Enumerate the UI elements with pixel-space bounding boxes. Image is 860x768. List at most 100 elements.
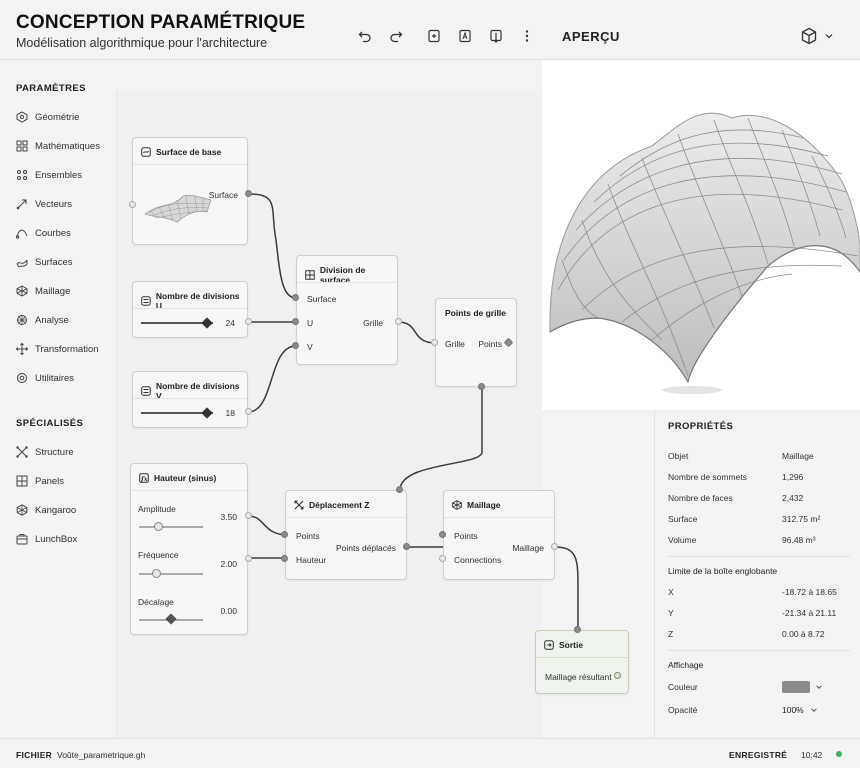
divider <box>668 556 850 557</box>
more-button[interactable] <box>517 26 537 46</box>
port-label-points-in: Points <box>296 531 320 541</box>
divider <box>668 650 850 651</box>
port-label-u: U <box>307 318 314 328</box>
frequency-slider-track[interactable] <box>139 573 203 575</box>
app-title: CONCEPTION PARAMÉTRIQUE <box>16 12 306 33</box>
sidebar-item-structure[interactable]: Structure <box>16 443 112 461</box>
number-slider-icon <box>141 386 151 396</box>
sidebar-item-utilities[interactable]: Utilitaires <box>16 369 112 387</box>
node-title: Sortie <box>544 640 583 650</box>
port-label-v: V <box>307 342 313 352</box>
node-height-sine[interactable]: fx Hauteur (sinus) Amplitude 3.50 Fréque… <box>130 463 248 635</box>
prop-value-z: 0.00 à 8.72 <box>782 629 825 639</box>
sidebar-item-label: Panels <box>35 475 65 487</box>
analysis-icon <box>17 315 27 325</box>
view-mode-dropdown[interactable] <box>800 24 844 48</box>
port-divisions-u-out[interactable] <box>245 318 252 325</box>
port-frequency-out[interactable] <box>245 555 252 562</box>
sidebar-item-analysis[interactable]: Analyse <box>16 311 112 329</box>
port-mesh-connections-in[interactable] <box>439 555 446 562</box>
mesh-icon <box>452 500 462 510</box>
sidebar-item-sets[interactable]: Ensembles <box>16 166 112 184</box>
port-output-top-in[interactable] <box>574 626 581 633</box>
node-divisions-v[interactable]: Nombre de divisions V 18 <box>132 371 248 428</box>
port-division-u-in[interactable] <box>292 318 299 325</box>
sidebar-item-vectors[interactable]: Vecteurs <box>16 195 112 213</box>
undo-button[interactable] <box>355 26 375 46</box>
sidebar-item-lunchbox[interactable]: LunchBox <box>16 530 112 548</box>
color-picker[interactable] <box>782 680 824 694</box>
wire-mesh-to-output <box>554 546 579 630</box>
sidebar-item-mesh[interactable]: Maillage <box>16 282 112 300</box>
sidebar-item-label: Mathématiques <box>35 140 100 152</box>
status-bar: FICHIER Voûte_parametrique.gh ENREGISTRÉ… <box>0 738 860 768</box>
port-displacement-out[interactable] <box>403 543 410 550</box>
node-mesh[interactable]: Maillage Points Connections Maillage <box>443 490 555 580</box>
port-base-surface-out[interactable] <box>245 190 252 197</box>
save-time: 10:42 <box>801 750 823 760</box>
prop-key-object: Objet <box>668 451 689 461</box>
curve-icon <box>16 229 28 239</box>
sidebar-item-label: Maillage <box>35 285 71 297</box>
sidebar-item-label: Analyse <box>35 314 69 326</box>
sidebar-item-curves[interactable]: Courbes <box>16 224 112 242</box>
chevron-down-icon <box>816 685 822 689</box>
frequency-label: Fréquence <box>138 550 179 560</box>
node-base-surface[interactable]: Surface de base Surface <box>132 137 248 245</box>
port-grid-points-in[interactable] <box>431 339 438 346</box>
bbox-heading: Limite de la boîte englobante <box>668 566 778 576</box>
port-division-v-in[interactable] <box>292 342 299 349</box>
frequency-slider-thumb[interactable] <box>151 569 161 578</box>
port-mesh-points-in[interactable] <box>439 531 446 538</box>
port-mesh-out[interactable] <box>551 543 558 550</box>
node-z-displacement[interactable]: Déplacement Z Points Hauteur Points dépl… <box>285 490 407 580</box>
prop-key-x: X <box>668 587 674 597</box>
port-label-grid-in: Grille <box>445 339 465 349</box>
sidebar-item-geometry[interactable]: Géométrie <box>16 108 112 126</box>
redo-button[interactable] <box>386 26 406 46</box>
port-divisions-v-out[interactable] <box>245 408 252 415</box>
port-base-surface-in[interactable] <box>129 201 136 208</box>
prop-value-volume: 96.48 m³ <box>782 535 816 545</box>
amplitude-slider-track[interactable] <box>139 526 203 528</box>
offset-value: 0.00 <box>220 606 237 616</box>
sidebar-item-surfaces[interactable]: Surfaces <box>16 253 112 271</box>
file-label: FICHIER <box>16 750 53 760</box>
node-title: Surface de base <box>141 147 221 157</box>
display-heading: Affichage <box>668 660 704 670</box>
number-slider-icon <box>141 296 151 306</box>
panels-icon <box>16 475 28 487</box>
app-subtitle: Modélisation algorithmique pour l'archit… <box>16 36 268 50</box>
offset-slider-thumb[interactable] <box>164 613 177 625</box>
port-displacement-height-in[interactable] <box>281 555 288 562</box>
port-output-result[interactable] <box>614 672 621 679</box>
sidebar: PARAMÈTRES Géométrie Mathématiques Ensem… <box>0 60 116 738</box>
divisions-v-value: 18 <box>225 408 235 418</box>
node-output[interactable]: Sortie Maillage résultant <box>535 630 629 694</box>
structure-icon <box>16 446 28 458</box>
port-grid-points-bottom[interactable] <box>478 383 485 390</box>
opacity-dropdown[interactable]: 100% <box>782 703 828 717</box>
export-button[interactable] <box>486 26 506 46</box>
port-label-points-out: Points <box>478 339 502 349</box>
sidebar-item-label: Courbes <box>35 227 71 239</box>
sidebar-item-math[interactable]: Mathématiques <box>16 137 112 155</box>
sidebar-item-label: Ensembles <box>35 169 82 181</box>
3d-preview-viewport[interactable] <box>542 60 860 410</box>
preview-label: APERÇU <box>562 29 620 44</box>
prop-key-faces: Nombre de faces <box>668 493 733 503</box>
add-node-button[interactable] <box>424 26 444 46</box>
sidebar-item-panels[interactable]: Panels <box>16 472 112 490</box>
node-divisions-u[interactable]: Nombre de divisions U 24 <box>132 281 248 338</box>
node-surface-division[interactable]: Division de surface Surface U V Grille <box>296 255 398 365</box>
sidebar-item-kangaroo[interactable]: Kangaroo <box>16 501 112 519</box>
port-division-surface-in[interactable] <box>292 294 299 301</box>
text-node-button[interactable] <box>455 26 475 46</box>
port-amplitude-out[interactable] <box>245 512 252 519</box>
sidebar-item-transform[interactable]: Transformation <box>16 340 112 358</box>
port-displacement-top-in[interactable] <box>396 486 403 493</box>
amplitude-slider-thumb[interactable] <box>153 522 163 531</box>
port-displacement-points-in[interactable] <box>281 531 288 538</box>
prop-value-x: -18.72 à 18.65 <box>782 587 837 597</box>
port-division-grid-out[interactable] <box>395 318 402 325</box>
